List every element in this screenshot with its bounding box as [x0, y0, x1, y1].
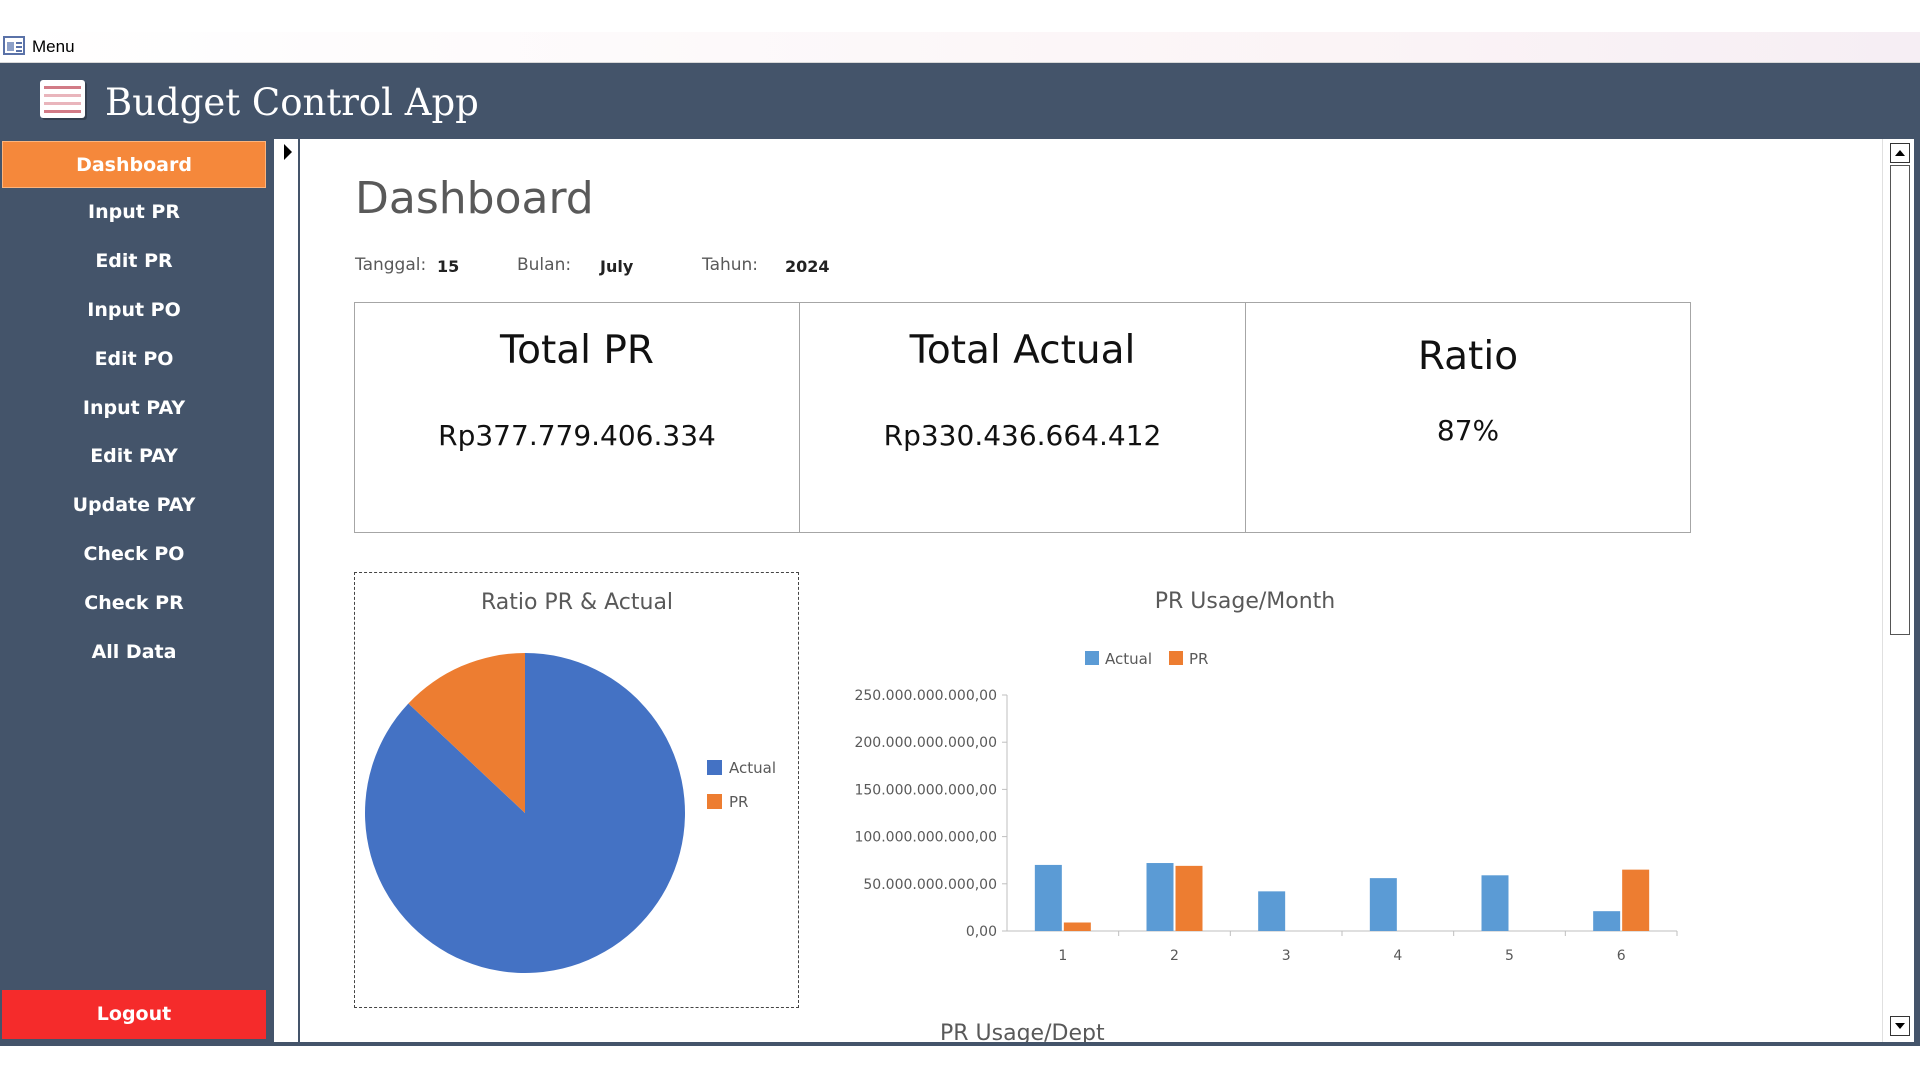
kpi-card-ratio: Ratio 87%	[1245, 302, 1691, 533]
sidebar-item-input-pr[interactable]: Input PR	[2, 189, 266, 236]
dashboard-content: Dashboard Tanggal: 15 Bulan: July Tahun:…	[300, 139, 1882, 1042]
tahun-value: 2024	[785, 257, 830, 276]
window-title: Menu	[32, 37, 75, 56]
tanggal-value: 15	[437, 257, 460, 276]
sidebar-item-all-data[interactable]: All Data	[2, 629, 266, 676]
window-titlebar: Menu	[0, 32, 1920, 63]
x-tick-label: 3	[1282, 948, 1291, 964]
section-title-pr-usage-dept: PR Usage/Dept	[940, 1021, 1105, 1042]
record-selector[interactable]	[272, 139, 300, 1042]
logout-button[interactable]: Logout	[2, 990, 266, 1039]
kpi-title: Ratio	[1417, 334, 1519, 379]
x-tick-label: 4	[1393, 948, 1402, 964]
sidebar-item-edit-pr[interactable]: Edit PR	[2, 238, 266, 285]
kpi-title: Total Actual	[909, 328, 1136, 373]
pie-chart-title: Ratio PR & Actual	[481, 590, 673, 615]
bottom-border	[0, 1042, 1920, 1046]
bar-pr-2	[1175, 865, 1203, 931]
kpi-card-total-pr: Total PR Rp377.779.406.334	[354, 302, 800, 533]
sidebar-item-check-po[interactable]: Check PO	[2, 531, 266, 578]
legend-label: Actual	[729, 759, 776, 777]
app-title: Budget Control App	[105, 81, 479, 124]
bulan-label: Bulan:	[517, 255, 572, 275]
sidebar-item-update-pay[interactable]: Update PAY	[2, 482, 266, 529]
current-record-arrow-icon	[284, 144, 292, 160]
sidebar-item-input-po[interactable]: Input PO	[2, 287, 266, 334]
y-tick-label: 100.000.000.000,00	[854, 830, 997, 846]
x-tick-label: 6	[1617, 948, 1626, 964]
bar-actual-5	[1481, 875, 1509, 931]
sidebar: Dashboard Input PR Edit PR Input PO Edit…	[0, 139, 272, 1042]
sidebar-item-edit-po[interactable]: Edit PO	[2, 336, 266, 383]
bar-actual-4	[1369, 878, 1397, 931]
x-tick-label: 2	[1170, 948, 1179, 964]
pie-chart-frame: Ratio PR & Actual Actual PR	[354, 572, 799, 1008]
sidebar-item-edit-pay[interactable]: Edit PAY	[2, 433, 266, 480]
bar-actual-3	[1258, 891, 1286, 931]
vertical-scrollbar[interactable]	[1882, 139, 1920, 1042]
kpi-value: Rp377.779.406.334	[438, 419, 716, 452]
kpi-value: Rp330.436.664.412	[883, 419, 1162, 452]
bar-chart: PR Usage/Month Actual PR 0,00 50.000.000.0…	[854, 589, 1678, 964]
app-logo-icon	[40, 80, 85, 118]
legend-swatch	[707, 794, 722, 809]
tanggal-label: Tanggal:	[355, 255, 427, 275]
bar-actual-2	[1146, 863, 1174, 931]
page-title: Dashboard	[355, 173, 594, 224]
pie-chart: Ratio PR & Actual Actual PR	[364, 590, 776, 973]
sidebar-item-check-pr[interactable]: Check PR	[2, 580, 266, 627]
scroll-up-icon[interactable]	[1890, 143, 1910, 163]
bar-actual-1	[1034, 864, 1062, 931]
sidebar-item-dashboard[interactable]: Dashboard	[2, 141, 266, 188]
tahun-label: Tahun:	[702, 255, 759, 275]
sidebar-item-input-pay[interactable]: Input PAY	[2, 385, 266, 432]
app-window: Menu Budget Control App Dashboard Input …	[0, 0, 1920, 1080]
legend-label: Actual	[1105, 650, 1152, 668]
scroll-thumb[interactable]	[1890, 165, 1910, 635]
legend-swatch	[1169, 651, 1183, 665]
app-header: Budget Control App	[0, 63, 1920, 139]
legend-swatch	[1085, 651, 1099, 665]
kpi-title: Total PR	[499, 328, 655, 373]
legend-label: PR	[1189, 650, 1208, 668]
bar-pr-1	[1063, 922, 1091, 931]
y-tick-label: 0,00	[966, 924, 997, 940]
legend-label: PR	[729, 793, 748, 811]
x-tick-label: 5	[1505, 948, 1514, 964]
kpi-card-total-actual: Total Actual Rp330.436.664.412	[799, 302, 1246, 533]
y-tick-label: 150.000.000.000,00	[854, 782, 997, 798]
bar-actual-6	[1593, 911, 1621, 931]
y-tick-label: 200.000.000.000,00	[854, 735, 997, 751]
bulan-value: July	[600, 257, 634, 276]
scroll-down-icon[interactable]	[1890, 1016, 1910, 1036]
kpi-value: 87%	[1436, 414, 1500, 447]
bar-pr-6	[1622, 869, 1650, 931]
bar-chart-title: PR Usage/Month	[1155, 589, 1335, 614]
legend-swatch	[707, 760, 722, 775]
y-tick-label: 50.000.000.000,00	[863, 877, 997, 893]
form-icon	[3, 36, 25, 55]
x-tick-label: 1	[1058, 948, 1067, 964]
y-tick-label: 250.000.000.000,00	[854, 688, 997, 704]
